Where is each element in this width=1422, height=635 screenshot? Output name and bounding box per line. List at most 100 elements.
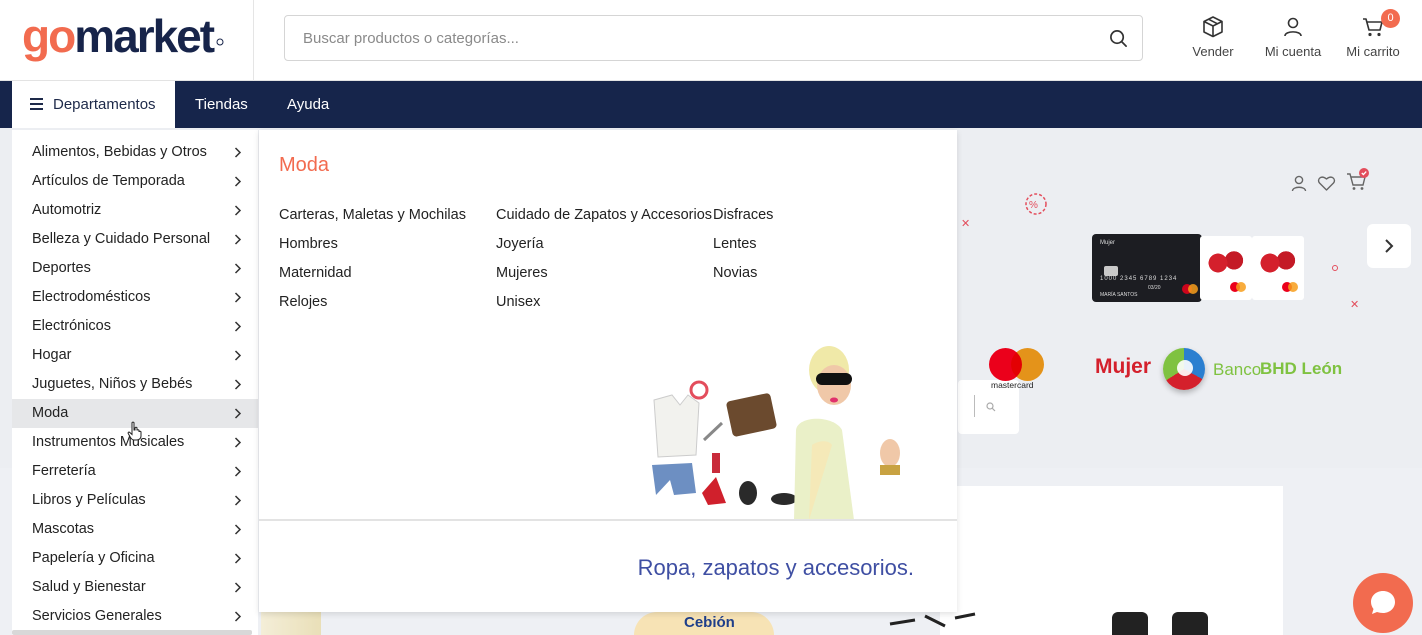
department-label: Papelería y Oficina xyxy=(32,550,155,566)
departments-label: Departamentos xyxy=(53,96,156,113)
department-item[interactable]: Ferretería xyxy=(12,457,258,486)
account-button[interactable]: Mi cuenta xyxy=(1253,14,1333,64)
nav-link-help[interactable]: Ayuda xyxy=(287,81,329,128)
moda-mega-menu: Moda Carteras, Maletas y Mochilas Hombre… xyxy=(259,130,957,612)
fashion-illustration xyxy=(652,346,900,520)
product-teaser-phone-2[interactable] xyxy=(1172,612,1208,635)
department-item[interactable]: Artículos de Temporada xyxy=(12,167,258,196)
cart-button[interactable]: 0 Mi carrito xyxy=(1333,9,1413,64)
department-label: Deportes xyxy=(32,260,91,276)
search-box[interactable] xyxy=(284,15,1143,61)
menu-scroll-edge xyxy=(12,630,252,635)
chevron-right-icon xyxy=(234,350,242,361)
department-item[interactable]: Automotriz xyxy=(12,196,258,225)
account-label: Mi cuenta xyxy=(1264,44,1322,59)
card-expiry: 03/20 xyxy=(1148,285,1161,291)
department-item[interactable]: Electrónicos xyxy=(12,312,258,341)
subcategory-link[interactable]: Carteras, Maletas y Mochilas xyxy=(279,207,466,223)
department-item[interactable]: Alimentos, Bebidas y Otros xyxy=(12,138,258,167)
subcategory-link[interactable]: Unisex xyxy=(496,294,540,310)
department-item[interactable]: Belleza y Cuidado Personal xyxy=(12,225,258,254)
department-label: Servicios Generales xyxy=(32,608,162,624)
hero-next-arrow[interactable] xyxy=(1367,224,1411,268)
chevron-right-icon xyxy=(234,234,242,245)
hero-cart-icon xyxy=(1347,168,1369,190)
svg-text:✕: ✕ xyxy=(1350,299,1359,311)
product-teaser-bike[interactable] xyxy=(885,612,980,635)
department-item[interactable]: Juguetes, Niños y Bebés xyxy=(12,370,258,399)
site-header: gomarket Vender Mi cuenta 0 Mi carrit xyxy=(0,0,1422,81)
card-chip xyxy=(1104,266,1118,276)
department-item[interactable]: Electrodomésticos xyxy=(12,283,258,312)
department-label: Belleza y Cuidado Personal xyxy=(32,231,211,247)
chevron-right-icon xyxy=(234,205,242,216)
gomarket-logo[interactable]: gomarket xyxy=(22,12,227,64)
chevron-right-icon xyxy=(234,495,242,506)
department-item[interactable]: Deportes xyxy=(12,254,258,283)
chevron-right-icon xyxy=(234,147,242,158)
chevron-right-icon xyxy=(234,553,242,564)
chevron-right-icon xyxy=(234,408,242,419)
department-label: Instrumentos Musicales xyxy=(32,434,185,450)
svg-text:%: % xyxy=(1029,200,1038,211)
chat-button[interactable] xyxy=(1353,573,1413,633)
panel-divider xyxy=(259,519,957,521)
chevron-right-icon xyxy=(234,176,242,187)
product-teaser-phone-1[interactable] xyxy=(1112,612,1148,635)
product-teaser-1[interactable] xyxy=(261,612,321,635)
nav-link-stores[interactable]: Tiendas xyxy=(195,81,248,128)
subcategory-link[interactable]: Novias xyxy=(713,265,757,281)
search-icon[interactable] xyxy=(1109,29,1128,48)
card-number: 1000 2345 6789 1234 xyxy=(1100,276,1178,282)
main-navbar: Departamentos Tiendas Ayuda xyxy=(0,81,1422,128)
department-item[interactable]: Mascotas xyxy=(12,515,258,544)
department-item[interactable]: Hogar xyxy=(12,341,258,370)
subcategory-link[interactable]: Lentes xyxy=(713,236,757,252)
subcategory-link[interactable]: Maternidad xyxy=(279,265,352,281)
sell-label: Vender xyxy=(1192,44,1234,59)
credit-card-red-1 xyxy=(1200,236,1252,300)
credit-card-black: Mujer 1000 2345 6789 1234 03/20 MARÍA SA… xyxy=(1092,234,1202,302)
departments-menu: Alimentos, Bebidas y Otros Artículos de T… xyxy=(12,130,258,635)
search-input[interactable] xyxy=(303,16,1083,60)
department-item[interactable]: Papelería y Oficina xyxy=(12,544,258,573)
panel-tagline: Ropa, zapatos y accesorios. xyxy=(637,555,914,580)
mastercard-logo: mastercard xyxy=(989,348,1045,390)
chevron-right-icon xyxy=(234,379,242,390)
department-label: Artículos de Temporada xyxy=(32,173,185,189)
department-item[interactable]: Salud y Bienestar xyxy=(12,573,258,602)
department-label: Salud y Bienestar xyxy=(32,579,146,595)
bhd-logo-icon xyxy=(1163,348,1205,390)
mastercard-label: mastercard xyxy=(991,380,1034,390)
hero-heart-icon xyxy=(1317,176,1336,191)
card-holder: MARÍA SANTOS xyxy=(1100,292,1138,298)
user-icon xyxy=(1284,17,1302,37)
subcategory-link[interactable]: Disfraces xyxy=(713,207,773,223)
cart-count-badge: 0 xyxy=(1381,9,1400,28)
chevron-right-icon xyxy=(234,611,242,622)
subcategory-link[interactable]: Cuidado de Zapatos y Accesorios xyxy=(496,207,712,223)
chevron-right-icon xyxy=(234,292,242,303)
department-label: Electrónicos xyxy=(32,318,111,334)
department-item[interactable]: Libros y Películas xyxy=(12,486,258,515)
department-item[interactable]: Servicios Generales xyxy=(12,602,258,631)
hero-user-icon xyxy=(1291,175,1307,192)
product-teaser-cebion[interactable]: Cebión xyxy=(634,612,774,635)
department-label: Automotriz xyxy=(32,202,102,218)
subcategory-link[interactable]: Mujeres xyxy=(496,265,548,281)
department-label: Mascotas xyxy=(32,521,95,537)
cart-label: Mi carrito xyxy=(1346,44,1400,59)
departments-button[interactable]: Departamentos xyxy=(12,81,175,128)
sell-button[interactable]: Vender xyxy=(1173,14,1253,64)
chevron-right-icon xyxy=(234,437,242,448)
svg-text:✕: ✕ xyxy=(961,218,970,230)
svg-text:gomarket: gomarket xyxy=(22,12,215,62)
subcategory-link[interactable]: Relojes xyxy=(279,294,327,310)
panel-title: Moda xyxy=(279,154,330,176)
bank-name: BHD León xyxy=(1260,359,1343,378)
hamburger-icon xyxy=(30,98,43,110)
subcategory-link[interactable]: Joyería xyxy=(496,236,544,252)
chevron-right-icon xyxy=(234,466,242,477)
subcategory-link[interactable]: Hombres xyxy=(279,236,338,252)
mujer-brand: Mujer xyxy=(1095,355,1152,378)
